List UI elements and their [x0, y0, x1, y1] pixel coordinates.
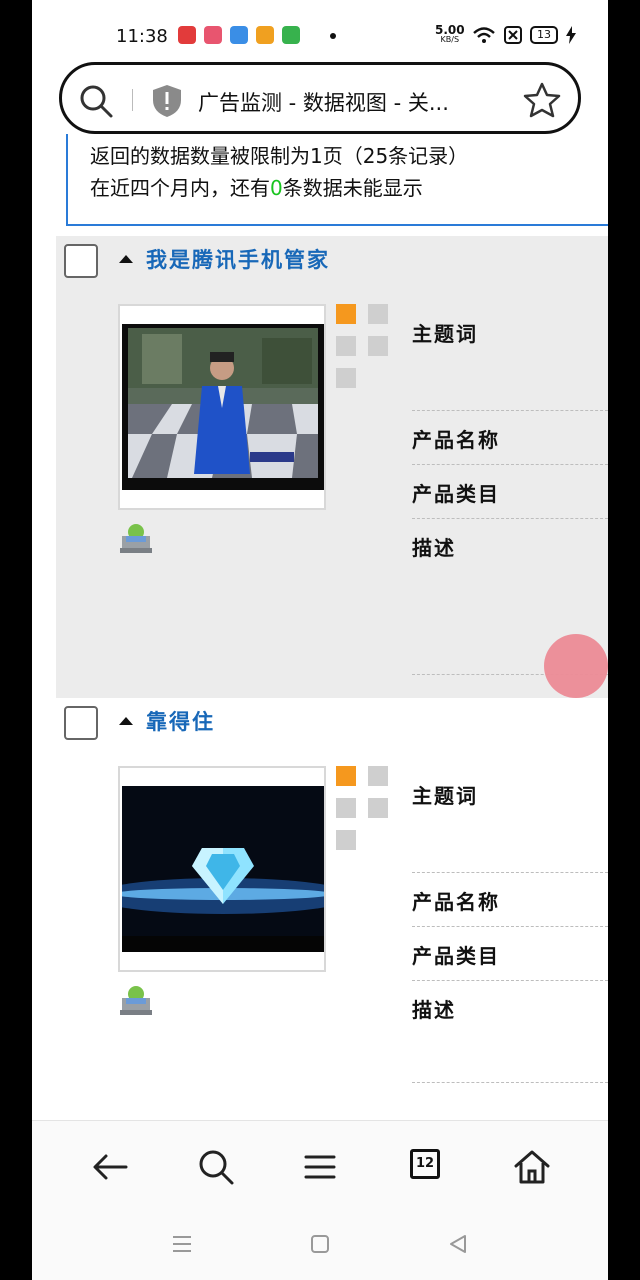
video-frame — [122, 324, 324, 490]
field-divider — [412, 464, 608, 465]
page-content: 返回的数据数量被限制为1页（25条记录） 在近四个月内，还有0条数据未能显示 我… — [32, 134, 608, 1120]
tab-count[interactable]: 12 — [410, 1149, 440, 1179]
field-product-category: 产品类目 — [412, 944, 500, 968]
search-icon[interactable] — [196, 1147, 236, 1187]
record-checkbox[interactable] — [64, 244, 98, 278]
menu-icon[interactable] — [300, 1147, 340, 1187]
video-thumbnail[interactable] — [118, 766, 326, 972]
hidden-count: 0 — [270, 176, 283, 200]
grid-square[interactable] — [336, 368, 356, 388]
app-notification-icon — [282, 26, 300, 44]
record-title[interactable]: 靠得住 — [146, 706, 215, 736]
wifi-icon — [473, 27, 495, 43]
shield-icon[interactable] — [150, 83, 184, 119]
grid-square[interactable] — [336, 830, 356, 850]
app-notification-icon — [178, 26, 196, 44]
grid-square[interactable] — [368, 304, 388, 324]
home-nav-icon[interactable] — [308, 1232, 332, 1256]
selected-square[interactable] — [336, 766, 356, 786]
field-divider — [412, 872, 608, 873]
more-notifications-dot — [330, 33, 336, 39]
grid-square[interactable] — [336, 798, 356, 818]
field-divider — [412, 518, 608, 519]
record-title[interactable]: 我是腾讯手机管家 — [146, 244, 330, 274]
status-time: 11:38 — [116, 26, 168, 47]
grid-square[interactable] — [368, 766, 388, 786]
phone-screen: 11:38 5.00 KB/S 13 广告监测 - 数据视图 - 关... 返回… — [32, 0, 608, 1280]
video-frame — [122, 786, 324, 952]
app-notification-icon — [204, 26, 222, 44]
collapse-triangle-icon[interactable] — [119, 717, 133, 725]
back-arrow-icon[interactable] — [90, 1147, 130, 1187]
field-description: 描述 — [412, 536, 456, 560]
app-notification-icon — [230, 26, 248, 44]
search-icon[interactable] — [78, 83, 114, 119]
field-product-name: 产品名称 — [412, 428, 500, 452]
ad-record: 我是腾讯手机管家 主题词 产品名称 产品类目 描述 — [56, 236, 608, 698]
home-icon[interactable] — [512, 1147, 552, 1187]
back-nav-icon[interactable] — [446, 1232, 470, 1256]
field-description: 描述 — [412, 998, 456, 1022]
network-speed: 5.00 KB/S — [435, 23, 465, 44]
field-keyword: 主题词 — [412, 784, 478, 808]
status-right-icons: 13 — [472, 26, 576, 44]
battery-icon: 13 — [530, 26, 558, 44]
record-checkbox[interactable] — [64, 706, 98, 740]
field-divider — [412, 410, 608, 411]
ad-record: 靠得住 主题词 产品名称 产品类目 描述 — [56, 698, 608, 1118]
result-notice: 返回的数据数量被限制为1页（25条记录） 在近四个月内，还有0条数据未能显示 — [66, 134, 608, 226]
page-title[interactable]: 广告监测 - 数据视图 - 关... — [198, 87, 498, 117]
address-bar[interactable]: 广告监测 - 数据视图 - 关... — [59, 62, 581, 134]
field-divider — [412, 980, 608, 981]
app-notification-icon — [256, 26, 274, 44]
bookmark-star-icon[interactable] — [522, 81, 562, 119]
charging-icon — [566, 26, 576, 44]
notification-icons — [178, 26, 300, 44]
browser-toolbar: 12 — [32, 1120, 608, 1210]
grid-square[interactable] — [368, 798, 388, 818]
tabs-icon[interactable]: 12 — [408, 1147, 448, 1187]
notice-line-2: 在近四个月内，还有0条数据未能显示 — [90, 176, 423, 200]
android-robot-icon — [120, 524, 152, 553]
recent-apps-icon[interactable] — [170, 1232, 194, 1256]
sim-off-icon — [504, 26, 522, 44]
collapse-triangle-icon[interactable] — [119, 255, 133, 263]
divider — [132, 89, 133, 111]
status-bar: 11:38 5.00 KB/S 13 — [32, 0, 608, 62]
grid-square[interactable] — [368, 336, 388, 356]
field-divider — [412, 926, 608, 927]
shield-logo-scene-image — [122, 786, 324, 952]
system-navigation-bar — [32, 1210, 608, 1280]
floating-ball-button[interactable] — [544, 634, 608, 698]
field-keyword: 主题词 — [412, 322, 478, 346]
grid-square[interactable] — [336, 336, 356, 356]
field-product-category: 产品类目 — [412, 482, 500, 506]
selected-square[interactable] — [336, 304, 356, 324]
android-robot-icon — [120, 986, 152, 1015]
video-thumbnail[interactable] — [118, 304, 326, 510]
field-divider — [412, 1082, 608, 1083]
field-product-name: 产品名称 — [412, 890, 500, 914]
notice-line-1: 返回的数据数量被限制为1页（25条记录） — [90, 144, 469, 168]
person-scene-image — [122, 324, 324, 490]
